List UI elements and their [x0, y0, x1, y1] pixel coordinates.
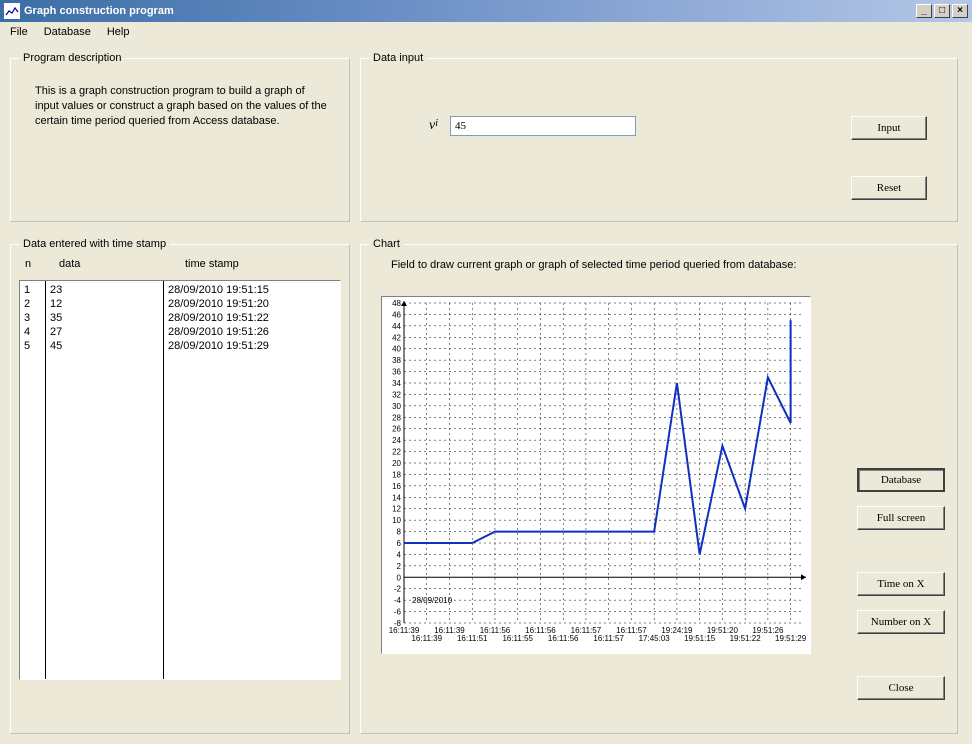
- chart-group: Chart Field to draw current graph or gra…: [360, 238, 958, 734]
- svg-text:40: 40: [392, 345, 401, 354]
- col-n: n: [25, 258, 59, 270]
- svg-text:10: 10: [392, 516, 401, 525]
- close-chart-button[interactable]: Close: [857, 676, 945, 700]
- program-description-text: This is a graph construction program to …: [19, 72, 341, 129]
- svg-text:30: 30: [392, 402, 401, 411]
- table-row: 2: [24, 297, 41, 311]
- window-title: Graph construction program: [24, 5, 174, 17]
- svg-text:44: 44: [392, 322, 401, 331]
- data-table-group: Data entered with time stamp n data time…: [10, 238, 350, 734]
- svg-text:16:11:39: 16:11:39: [411, 634, 442, 643]
- data-table-legend: Data entered with time stamp: [19, 238, 170, 250]
- table-row: 27: [50, 325, 159, 339]
- col-timestamp: time stamp: [185, 258, 341, 270]
- database-button[interactable]: Database: [857, 468, 945, 492]
- svg-text:28/09/2010: 28/09/2010: [412, 596, 453, 605]
- table-row: 3: [24, 311, 41, 325]
- svg-text:16:11:55: 16:11:55: [502, 634, 533, 643]
- number-on-x-button[interactable]: Number on X: [857, 610, 945, 634]
- table-header: n data time stamp: [25, 258, 341, 270]
- svg-text:24: 24: [392, 436, 401, 445]
- svg-text:0: 0: [397, 573, 402, 582]
- chart-description: Field to draw current graph or graph of …: [391, 258, 949, 272]
- table-row: 35: [50, 311, 159, 325]
- menu-bar: File Database Help: [0, 22, 972, 42]
- svg-text:-2: -2: [394, 585, 402, 594]
- table-row: 12: [50, 297, 159, 311]
- svg-text:22: 22: [392, 448, 401, 457]
- variable-label: vi: [429, 118, 438, 134]
- input-button[interactable]: Input: [851, 116, 927, 140]
- svg-text:12: 12: [392, 505, 401, 514]
- reset-button[interactable]: Reset: [851, 176, 927, 200]
- svg-text:36: 36: [392, 368, 401, 377]
- table-body: 12345 2312352745 28/09/2010 19:51:1528/0…: [19, 280, 341, 680]
- svg-text:17:45:03: 17:45:03: [639, 634, 671, 643]
- svg-text:32: 32: [392, 390, 401, 399]
- table-row: 4: [24, 325, 41, 339]
- svg-text:19:51:22: 19:51:22: [730, 634, 762, 643]
- svg-text:-4: -4: [394, 596, 402, 605]
- svg-text:4: 4: [397, 550, 402, 559]
- value-input[interactable]: [450, 116, 636, 136]
- menu-file[interactable]: File: [4, 24, 34, 40]
- program-description-legend: Program description: [19, 52, 125, 64]
- table-row: 28/09/2010 19:51:22: [168, 311, 336, 325]
- table-row: 5: [24, 339, 41, 353]
- svg-text:14: 14: [392, 493, 401, 502]
- data-input-legend: Data input: [369, 52, 427, 64]
- svg-text:16:11:56: 16:11:56: [548, 634, 579, 643]
- svg-text:18: 18: [392, 470, 401, 479]
- menu-database[interactable]: Database: [38, 24, 97, 40]
- svg-text:19:51:15: 19:51:15: [684, 634, 716, 643]
- fullscreen-button[interactable]: Full screen: [857, 506, 945, 530]
- app-icon: [4, 3, 20, 19]
- table-row: 23: [50, 283, 159, 297]
- chart-canvas: -8-6-4-202468101214161820222426283032343…: [381, 296, 811, 654]
- data-input-group: Data input vi Input Reset: [360, 52, 958, 222]
- table-row: 28/09/2010 19:51:15: [168, 283, 336, 297]
- menu-help[interactable]: Help: [101, 24, 136, 40]
- title-bar: Graph construction program _ □ ×: [0, 0, 972, 22]
- svg-text:16: 16: [392, 482, 401, 491]
- table-row: 28/09/2010 19:51:20: [168, 297, 336, 311]
- table-row: 28/09/2010 19:51:26: [168, 325, 336, 339]
- svg-text:38: 38: [392, 356, 401, 365]
- chart-legend: Chart: [369, 238, 404, 250]
- svg-text:28: 28: [392, 413, 401, 422]
- svg-text:8: 8: [397, 528, 402, 537]
- time-on-x-button[interactable]: Time on X: [857, 572, 945, 596]
- svg-text:6: 6: [397, 539, 402, 548]
- maximize-button[interactable]: □: [934, 4, 950, 18]
- svg-text:34: 34: [392, 379, 401, 388]
- svg-text:16:11:51: 16:11:51: [457, 634, 488, 643]
- svg-text:42: 42: [392, 333, 401, 342]
- table-row: 28/09/2010 19:51:29: [168, 339, 336, 353]
- svg-text:26: 26: [392, 425, 401, 434]
- svg-text:16:11:57: 16:11:57: [593, 634, 624, 643]
- svg-text:20: 20: [392, 459, 401, 468]
- svg-text:-6: -6: [394, 608, 402, 617]
- minimize-button[interactable]: _: [916, 4, 932, 18]
- program-description-group: Program description This is a graph cons…: [10, 52, 350, 222]
- table-row: 1: [24, 283, 41, 297]
- col-data: data: [59, 258, 185, 270]
- svg-text:46: 46: [392, 310, 401, 319]
- svg-text:48: 48: [392, 299, 401, 308]
- table-row: 45: [50, 339, 159, 353]
- svg-text:19:51:29: 19:51:29: [775, 634, 807, 643]
- close-button[interactable]: ×: [952, 4, 968, 18]
- svg-text:2: 2: [397, 562, 402, 571]
